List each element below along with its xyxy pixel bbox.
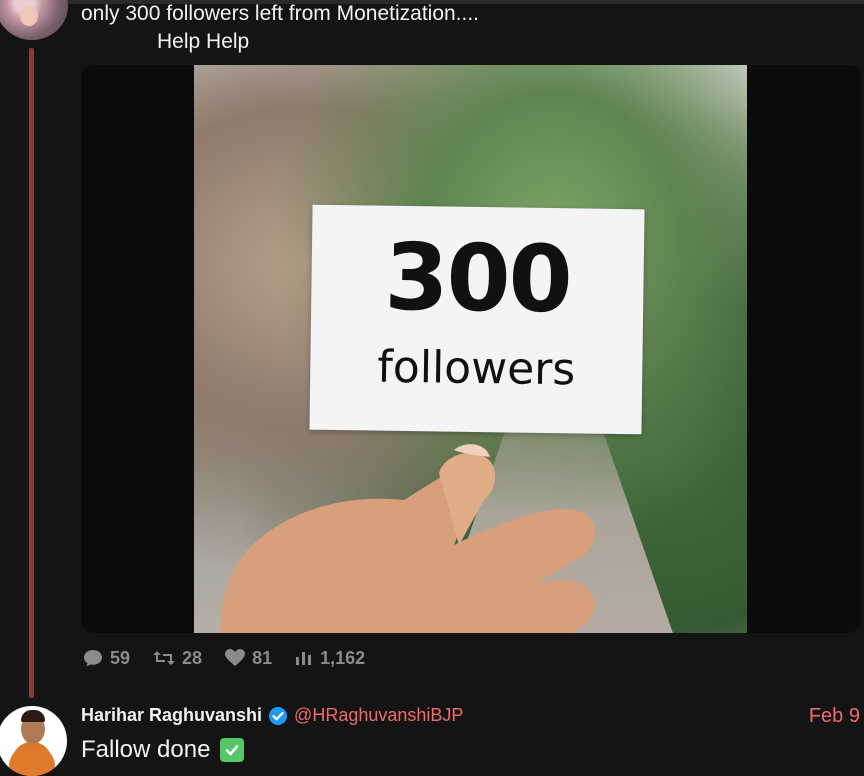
reply-author-line: Harihar Raghuvanshi @HRaghuvanshiBJP bbox=[81, 705, 463, 726]
reply-count: 59 bbox=[110, 647, 131, 668]
hand-illustration bbox=[220, 444, 596, 633]
verified-badge-icon bbox=[269, 706, 288, 725]
reply-author-avatar[interactable] bbox=[0, 706, 67, 776]
like-count: 81 bbox=[252, 647, 273, 668]
views-count: 1,162 bbox=[320, 647, 366, 668]
reply-date[interactable]: Feb 9 bbox=[809, 705, 860, 728]
retweet-count: 28 bbox=[182, 647, 203, 668]
retweet-stat[interactable]: 28 bbox=[152, 648, 202, 669]
tweet-photo[interactable]: 300 followers bbox=[194, 65, 747, 633]
retweet-icon bbox=[153, 651, 176, 665]
check-box-icon bbox=[220, 738, 245, 762]
tweet-stats-bar: 59 28 81 1,162 bbox=[82, 647, 365, 669]
reply-text: Fallow done bbox=[81, 736, 245, 764]
reply-author-handle[interactable]: @HRaghuvanshiBJP bbox=[294, 705, 463, 726]
thread-connector-line bbox=[29, 48, 34, 698]
heart-icon bbox=[225, 649, 246, 666]
author-avatar[interactable] bbox=[0, 0, 68, 40]
views-stat[interactable]: 1,162 bbox=[294, 648, 365, 669]
reply-stat[interactable]: 59 bbox=[82, 648, 130, 669]
card-number: 300 bbox=[383, 223, 572, 334]
card-word: followers bbox=[377, 341, 576, 396]
reply-author-name[interactable]: Harihar Raghuvanshi bbox=[81, 705, 262, 726]
views-icon bbox=[296, 652, 312, 665]
photo-card: 300 followers bbox=[309, 204, 645, 435]
tweet-text-line2: Help Help bbox=[157, 30, 250, 53]
reply-icon bbox=[84, 650, 102, 667]
tweet-media[interactable]: 300 followers bbox=[81, 65, 861, 633]
reply-text-content: Fallow done bbox=[81, 736, 211, 763]
like-stat[interactable]: 81 bbox=[224, 648, 272, 669]
tweet-text-line1: only 300 followers left from Monetizatio… bbox=[81, 2, 480, 25]
